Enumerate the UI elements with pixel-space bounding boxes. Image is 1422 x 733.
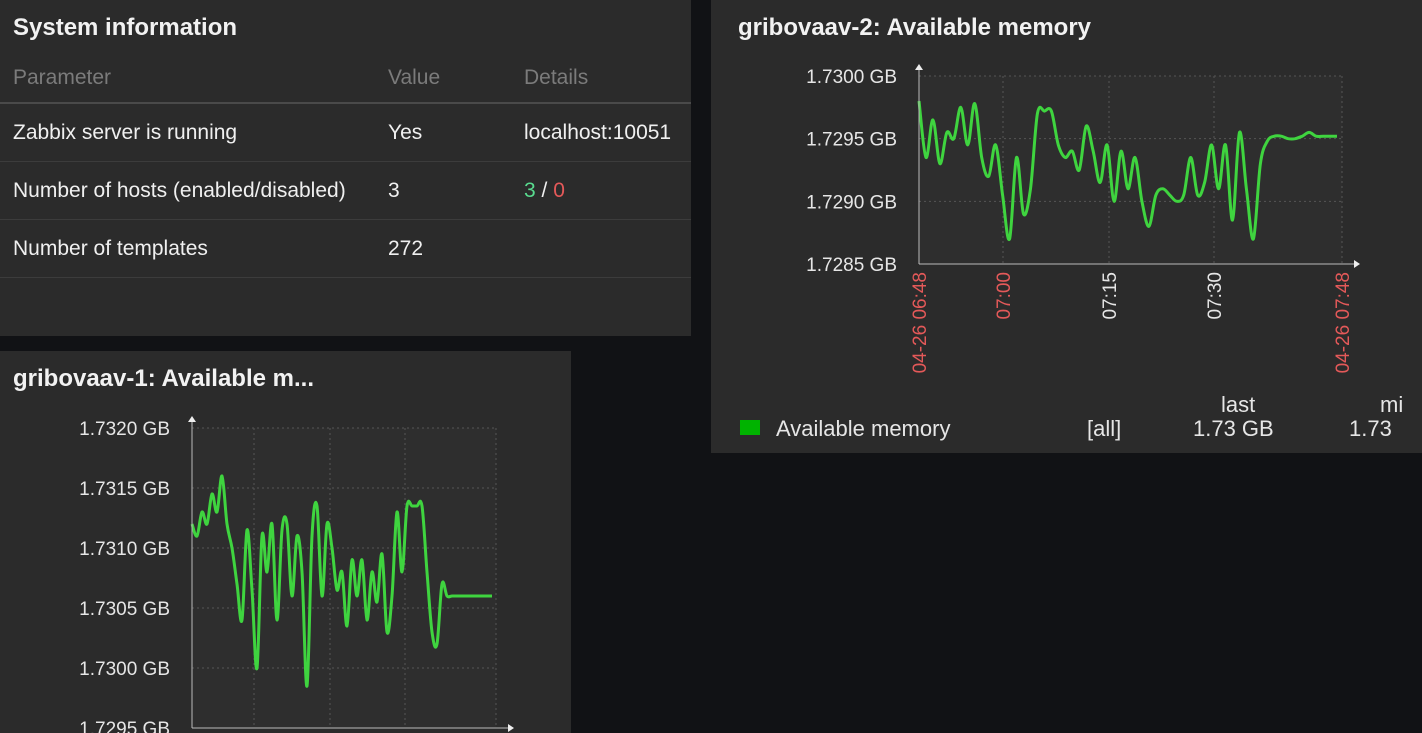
x-axis-arrow xyxy=(508,724,514,732)
graph-widget-gribovaav-2: gribovaav-2: Available memory 1.7300 GB 1… xyxy=(711,0,1422,453)
parameter-cell: Number of templates xyxy=(0,219,375,278)
table-header-row: Parameter Value Details xyxy=(0,54,691,104)
details-cell xyxy=(511,219,691,278)
hosts-disabled-count: 0 xyxy=(553,179,565,202)
y-tick-label: 1.7290 GB xyxy=(806,192,897,213)
x-tick-label: 04-26 06:48 xyxy=(910,272,931,373)
y-tick-label: 1.7305 GB xyxy=(79,599,170,620)
x-tick-label: 07:15 xyxy=(1100,272,1121,320)
y-tick-label: 1.7295 GB xyxy=(79,719,170,733)
value-cell: Yes xyxy=(375,103,511,162)
value-cell: 272 xyxy=(375,219,511,278)
parameter-cell: Number of hosts (enabled/disabled) xyxy=(0,161,375,220)
parameter-cell: Zabbix server is running xyxy=(0,103,375,162)
y-axis-arrow xyxy=(915,64,923,70)
table-row: Number of hosts (enabled/disabled) 3 3 /… xyxy=(0,161,691,220)
table-row: Number of templates 272 xyxy=(0,219,691,278)
memory-graph-2[interactable]: 1.7300 GB 1.7295 GB 1.7290 GB 1.7285 GB 04-2… xyxy=(711,0,1422,453)
value-cell: 3 xyxy=(375,161,511,220)
x-tick-label: 04-26 07:48 xyxy=(1333,272,1354,373)
x-tick-label: 07:30 xyxy=(1205,272,1226,320)
system-information-title: System information xyxy=(13,14,238,41)
table-row: Zabbix server is running Yes localhost:1… xyxy=(0,103,691,162)
hosts-separator: / xyxy=(535,179,554,202)
hosts-enabled-count: 3 xyxy=(524,179,536,202)
y-tick-label: 1.7300 GB xyxy=(806,67,897,88)
memory-graph-1[interactable]: 1.7320 GB 1.7315 GB 1.7310 GB 1.7305 GB 1.73… xyxy=(0,351,571,733)
details-cell: 3 / 0 xyxy=(511,161,691,220)
y-tick-label: 1.7285 GB xyxy=(806,255,897,276)
y-tick-label: 1.7320 GB xyxy=(79,419,170,440)
column-header-parameter: Parameter xyxy=(0,54,375,104)
system-information-table: Parameter Value Details Zabbix server is… xyxy=(0,54,691,278)
x-tick-label: 07:00 xyxy=(994,272,1015,320)
y-tick-label: 1.7300 GB xyxy=(79,659,170,680)
y-axis-arrow xyxy=(188,416,196,422)
y-tick-label: 1.7295 GB xyxy=(806,130,897,151)
x-axis-arrow xyxy=(1354,260,1360,268)
y-tick-label: 1.7315 GB xyxy=(79,479,170,500)
column-header-details: Details xyxy=(511,54,691,104)
y-tick-label: 1.7310 GB xyxy=(79,539,170,560)
column-header-value: Value xyxy=(375,54,511,104)
system-information-widget: System information Parameter Value Detai… xyxy=(0,0,691,336)
details-cell: localhost:10051 xyxy=(511,103,691,162)
graph-widget-gribovaav-1: gribovaav-1: Available m... 1.7320 GB 1.7… xyxy=(0,351,571,733)
